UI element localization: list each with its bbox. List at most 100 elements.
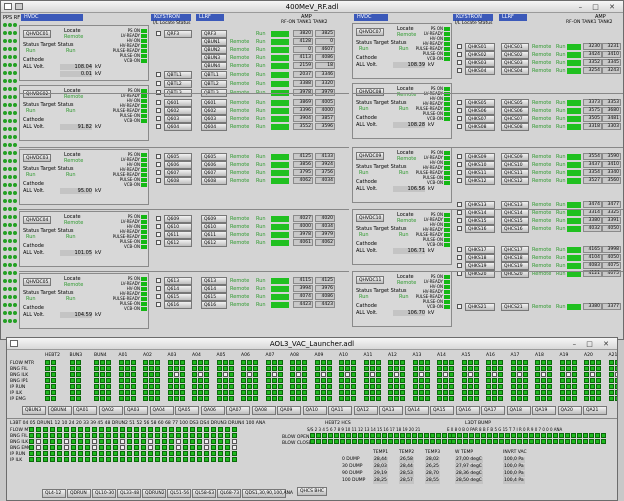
klystron-button[interactable]: QHKS04 [465, 67, 495, 75]
llrf-button[interactable]: Q607 [201, 169, 227, 177]
interlock-checkbox[interactable] [457, 52, 462, 57]
hvdc-button[interactable]: QHVDC02 [23, 90, 52, 98]
llrf-button[interactable]: QBUN4 [201, 62, 227, 70]
interlock-checkbox[interactable] [156, 294, 161, 299]
vac-group-button[interactable]: QA12 [353, 406, 378, 415]
vac-group-button[interactable]: QA17 [481, 406, 505, 415]
klystron-button[interactable]: QHKS05 [465, 99, 495, 107]
klystron-button[interactable]: QHKS02 [465, 51, 495, 59]
llrf-button[interactable]: QHCS12 [501, 177, 529, 185]
interlock-checkbox[interactable] [156, 116, 161, 121]
interlock-checkbox[interactable] [156, 216, 161, 221]
llrf-button[interactable]: QHCS14 [501, 209, 529, 217]
llrf-button[interactable]: QHCS08 [501, 123, 529, 131]
llrf-button[interactable]: QHCS17 [501, 246, 529, 254]
klystron-button[interactable]: QBTL1 [164, 71, 192, 79]
interlock-checkbox[interactable] [457, 304, 462, 309]
vac-section-button[interactable]: QL10-30 [92, 489, 116, 498]
llrf-button[interactable]: Q602 [201, 107, 227, 115]
interlock-checkbox[interactable] [457, 154, 462, 159]
vac-group-button[interactable]: QA21 [583, 406, 607, 415]
interlock-checkbox[interactable] [156, 286, 161, 291]
klystron-button[interactable]: QHKS07 [465, 115, 495, 123]
interlock-checkbox[interactable] [457, 202, 462, 207]
vac-group-button[interactable]: QA16 [455, 406, 480, 415]
interlock-checkbox[interactable] [457, 226, 462, 231]
llrf-button[interactable]: Q614 [201, 285, 227, 293]
interlock-checkbox[interactable] [156, 31, 161, 36]
interlock-checkbox[interactable] [457, 60, 462, 65]
vac-group-button[interactable]: QA03 [124, 406, 148, 415]
llrf-button[interactable]: Q603 [201, 115, 227, 123]
vac-section-button[interactable]: QDRUN2 [142, 489, 166, 498]
llrf-button[interactable]: QHCS16 [501, 225, 529, 233]
window-controls-icon[interactable]: – □ ✕ [573, 338, 613, 350]
vac-group-button[interactable]: QA11 [328, 406, 352, 415]
klystron-button[interactable]: Q616 [164, 301, 192, 309]
interlock-checkbox[interactable] [457, 218, 462, 223]
llrf-button[interactable]: QHCS07 [501, 115, 529, 123]
vac-section-button[interactable]: QDRUN [67, 489, 91, 498]
interlock-checkbox[interactable] [457, 44, 462, 49]
klystron-button[interactable]: QHKS16 [465, 225, 495, 233]
klystron-button[interactable]: Q604 [164, 123, 192, 131]
window-controls-icon[interactable]: – □ ✕ [579, 1, 619, 13]
llrf-button[interactable]: Q605 [201, 153, 227, 161]
vac-group-button[interactable]: QA09 [277, 406, 301, 415]
llrf-button[interactable]: Q616 [201, 301, 227, 309]
klystron-button[interactable]: Q612 [164, 239, 192, 247]
vac-group-button[interactable]: QA06 [200, 406, 225, 415]
llrf-button[interactable]: QHCS11 [501, 169, 529, 177]
klystron-button[interactable]: Q605 [164, 153, 192, 161]
llrf-button[interactable]: QHCS21 [501, 303, 529, 311]
interlock-checkbox[interactable] [156, 278, 161, 283]
klystron-button[interactable]: Q602 [164, 107, 192, 115]
interlock-checkbox[interactable] [156, 170, 161, 175]
klystron-button[interactable]: Q610 [164, 223, 192, 231]
klystron-button[interactable]: Q601 [164, 99, 192, 107]
klystron-button[interactable]: QHKS14 [465, 209, 495, 217]
klystron-button[interactable]: QHKS11 [465, 169, 495, 177]
klystron-button[interactable]: Q603 [164, 115, 192, 123]
vac-section-button[interactable]: QDS1,30,90,100,ANA [242, 489, 293, 498]
vac-group-button[interactable]: QA05 [175, 406, 199, 415]
llrf-button[interactable]: QHCS02 [501, 51, 529, 59]
interlock-checkbox[interactable] [156, 240, 161, 245]
klystron-button[interactable]: QHKS10 [465, 161, 495, 169]
klystron-button[interactable]: QHKS21 [465, 303, 495, 311]
interlock-checkbox[interactable] [156, 178, 161, 183]
klystron-button[interactable]: Q609 [164, 215, 192, 223]
llrf-button[interactable]: QHCS13 [501, 201, 529, 209]
vac-group-button[interactable]: QBUN3 [22, 406, 46, 415]
klystron-button[interactable]: QHKS17 [465, 246, 495, 254]
interlock-checkbox[interactable] [457, 108, 462, 113]
interlock-checkbox[interactable] [156, 224, 161, 229]
hvdc-button[interactable]: QHVDC01 [23, 30, 52, 38]
interlock-checkbox[interactable] [457, 178, 462, 183]
hvdc-button[interactable]: QHVDC10 [356, 214, 385, 222]
vac-group-button[interactable]: QBUN4 [47, 406, 72, 415]
llrf-button[interactable]: Q612 [201, 239, 227, 247]
llrf-button[interactable]: QHCS09 [501, 153, 529, 161]
vac-group-button[interactable]: QA14 [404, 406, 429, 415]
llrf-button[interactable]: QHCS04 [501, 67, 529, 75]
interlock-checkbox[interactable] [457, 124, 462, 129]
klystron-button[interactable]: QHKS01 [465, 43, 495, 51]
vac-group-button[interactable]: QA04 [149, 406, 174, 415]
klystron-button[interactable]: QHKS03 [465, 59, 495, 67]
llrf-button[interactable]: QHCS05 [501, 99, 529, 107]
klystron-button[interactable]: QHKS15 [465, 217, 495, 225]
interlock-checkbox[interactable] [457, 247, 462, 252]
interlock-checkbox[interactable] [457, 68, 462, 73]
llrf-button[interactable]: QHCS18 [501, 254, 529, 262]
vac-group-button[interactable]: QA20 [557, 406, 582, 415]
klystron-button[interactable]: QHKS18 [465, 254, 495, 262]
klystron-button[interactable]: Q611 [164, 231, 192, 239]
llrf-button[interactable]: QHCS10 [501, 161, 529, 169]
vac-section-button[interactable]: QL4-12 [42, 489, 66, 498]
rf-titlebar[interactable]: 400MeV_RF.adl – □ ✕ [1, 1, 623, 13]
interlock-checkbox[interactable] [457, 263, 462, 268]
llrf-button[interactable]: QRF3 [201, 30, 227, 38]
interlock-checkbox[interactable] [457, 100, 462, 105]
interlock-checkbox[interactable] [457, 162, 462, 167]
